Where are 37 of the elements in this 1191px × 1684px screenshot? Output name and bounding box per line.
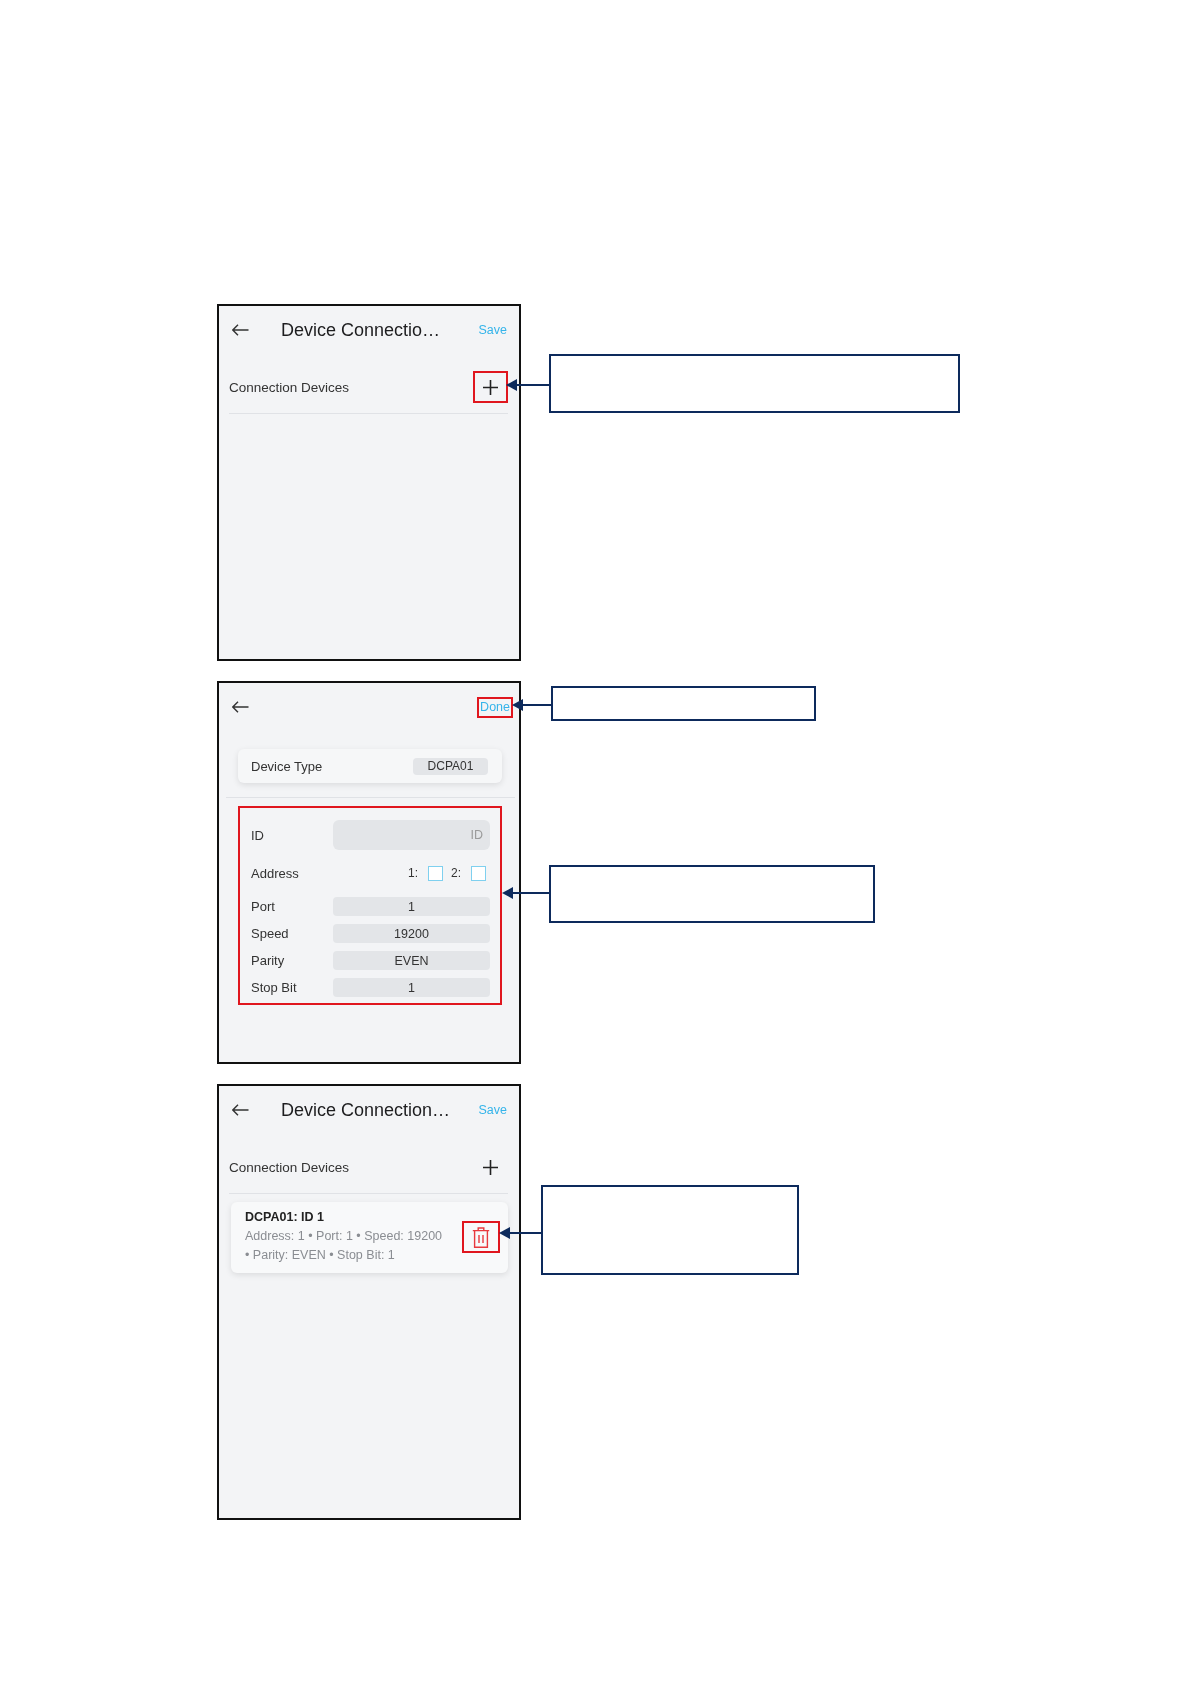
screen-title: Device Connectio… — [281, 319, 441, 341]
callout-arrow — [512, 699, 552, 711]
field-label: ID — [251, 827, 265, 843]
plus-icon — [483, 379, 498, 395]
device-type-field[interactable]: DCPA01 — [413, 757, 488, 775]
back-arrow-icon — [232, 1104, 249, 1116]
field-label: Port — [251, 899, 276, 914]
checkbox-label: 2: — [451, 866, 461, 880]
value-field[interactable]: EVEN — [333, 951, 490, 970]
checkbox[interactable] — [428, 865, 443, 881]
section-label: Connection Devices — [229, 379, 350, 395]
value-field[interactable]: 19200 — [333, 924, 490, 943]
value-field[interactable]: 1 — [333, 978, 490, 997]
back-button[interactable] — [232, 1104, 249, 1116]
callout-arrow — [506, 379, 550, 391]
callout-arrow — [499, 1227, 542, 1239]
field-label: Parity — [251, 953, 286, 968]
field-label: Stop Bit — [251, 980, 298, 995]
back-button[interactable] — [232, 324, 249, 336]
device-card[interactable]: DCPA01: ID 1 Address: 1 • Port: 1 • Speed: 19200 • Parity: EVEN • Stop Bit: 1 — [231, 1202, 508, 1273]
device-type-label: Device Type — [251, 758, 323, 774]
value-field[interactable]: 1 — [333, 897, 490, 916]
checkbox[interactable] — [471, 865, 486, 881]
back-arrow-icon — [232, 324, 249, 336]
section-label: Connection Devices — [229, 1159, 350, 1175]
device-title: DCPA01: ID 1 — [245, 1209, 325, 1226]
field-label: Address — [251, 865, 300, 881]
screen-title: Device Connection… — [281, 1099, 451, 1121]
checkbox-label: 1: — [407, 866, 418, 880]
plus-icon — [483, 1159, 498, 1175]
id-field[interactable]: ID — [333, 820, 490, 850]
field-label: Speed — [251, 926, 290, 941]
device-details: Address: 1 • Port: 1 • Speed: 19200 • Parity: EVEN • Stop Bit: 1 — [245, 1228, 444, 1264]
back-arrow-icon — [232, 701, 249, 713]
callout-arrow — [502, 887, 550, 899]
trash-icon — [472, 1226, 490, 1248]
back-button[interactable] — [232, 701, 249, 713]
